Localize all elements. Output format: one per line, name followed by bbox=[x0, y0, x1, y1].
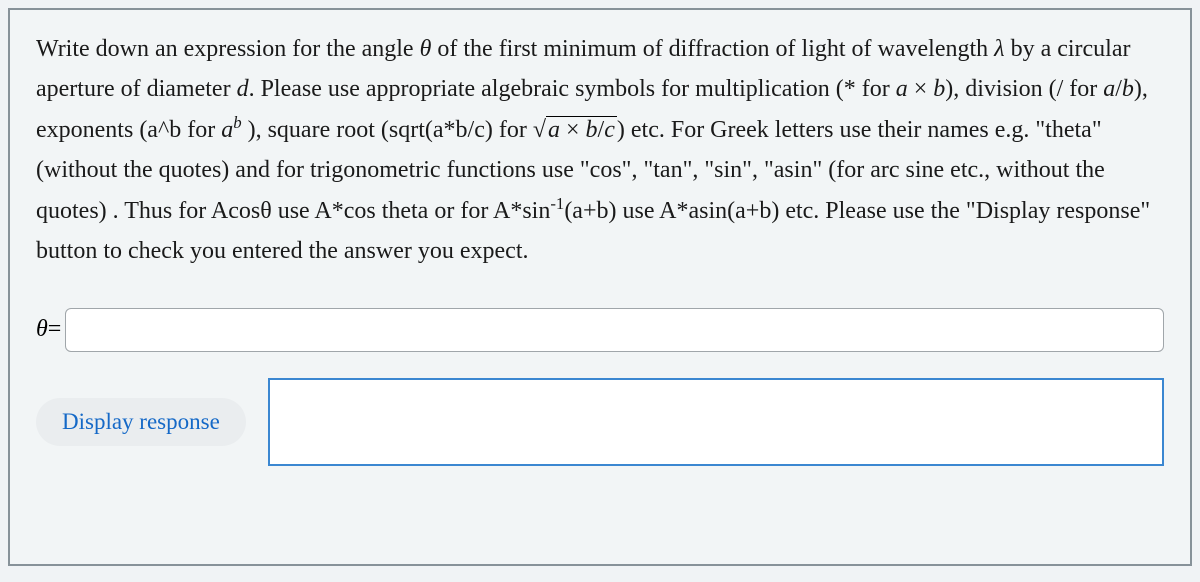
sqrt-b: b bbox=[586, 117, 598, 143]
sqrt-expression: √a × b/c bbox=[533, 111, 617, 151]
prompt-text-1: Write down an expression for the angle bbox=[36, 36, 420, 62]
theta-symbol: θ bbox=[420, 36, 432, 62]
sqrt-times: × bbox=[560, 117, 586, 143]
lambda-symbol: λ bbox=[994, 36, 1004, 62]
response-display-box bbox=[268, 378, 1164, 466]
b-var-2: b bbox=[1122, 76, 1134, 102]
b-superscript: b bbox=[233, 113, 241, 132]
sqrt-a: a bbox=[548, 117, 560, 143]
d-var: d bbox=[237, 76, 249, 102]
slash-text: / bbox=[1115, 76, 1122, 102]
prompt-text-7: ), square root (sqrt(a*b/c) for bbox=[242, 117, 533, 143]
answer-input[interactable] bbox=[65, 308, 1164, 352]
display-response-button[interactable]: Display response bbox=[36, 398, 246, 446]
a-var-2: a bbox=[1103, 76, 1115, 102]
response-row: Display response bbox=[36, 378, 1164, 466]
answer-theta: θ bbox=[36, 316, 48, 342]
prompt-text-4: . Please use appropriate algebraic symbo… bbox=[249, 76, 896, 102]
sqrt-radicand: a × b/c bbox=[546, 116, 617, 143]
prompt-text-2: of the first minimum of diffraction of l… bbox=[431, 36, 994, 62]
a-var: a bbox=[896, 76, 908, 102]
neg1-superscript: -1 bbox=[550, 194, 564, 213]
question-prompt: Write down an expression for the angle θ… bbox=[36, 30, 1164, 272]
question-panel: Write down an expression for the angle θ… bbox=[8, 8, 1192, 566]
prompt-text-5: ), division (/ for bbox=[945, 76, 1103, 102]
b-var: b bbox=[933, 76, 945, 102]
sqrt-symbol: √ bbox=[533, 117, 546, 143]
answer-row: θ= bbox=[36, 308, 1164, 352]
a-var-3: a bbox=[221, 117, 233, 143]
answer-equals: = bbox=[48, 316, 62, 342]
times-symbol: × bbox=[908, 76, 934, 102]
sqrt-c: c bbox=[604, 117, 615, 143]
answer-label: θ= bbox=[36, 316, 61, 343]
